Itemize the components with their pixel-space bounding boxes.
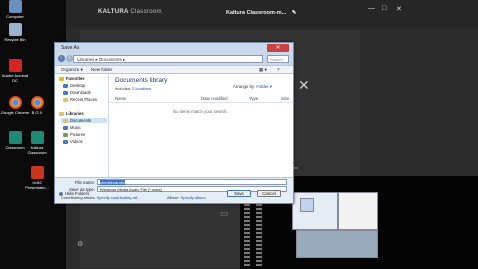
desktop-icon-computer[interactable]: Computer: [0, 0, 30, 19]
powerpoint-icon: [30, 166, 44, 179]
cancel-button[interactable]: Cancel: [257, 190, 281, 197]
pencil-icon[interactable]: ✎: [292, 10, 297, 16]
forward-button[interactable]: ›: [66, 55, 73, 62]
column-headers: Name Date modified Type Size: [109, 95, 293, 103]
videos-icon: [63, 139, 68, 144]
preview-window: [338, 192, 378, 230]
library-title: Documents library: [115, 77, 168, 84]
kaltura-logo: KALTURA Classroom: [98, 9, 162, 15]
filename-input[interactable]: checkforaudio: [97, 179, 287, 185]
desktop-icon-label: Unit2 Presentatio...: [25, 180, 49, 190]
navigation-pane: Favorites Desktop Downloads Recent Place…: [55, 74, 109, 177]
arrange-by[interactable]: Arrange by: Folder ▾: [233, 84, 272, 90]
close-icon[interactable]: ✕: [298, 77, 310, 94]
album: Album: Specify album: [167, 195, 206, 200]
documents-icon: [63, 118, 68, 123]
maximize-button[interactable]: □: [382, 5, 386, 12]
nav-item-desktop[interactable]: Desktop: [63, 83, 85, 88]
desktop-icon-label: Computer: [6, 14, 24, 19]
library-icon: [59, 111, 64, 116]
recording-title[interactable]: Kaltura Classroom-m... ✎: [226, 10, 296, 16]
preview-window: [300, 198, 314, 212]
recycle-bin-icon: [8, 23, 22, 36]
organize-button[interactable]: Organize ▾: [61, 67, 83, 73]
dialog-toolbar: Organize ▾ New folder ▦ ▾ ?: [55, 65, 293, 74]
nav-item-documents[interactable]: Documents: [61, 118, 107, 123]
nav-item-recent-places[interactable]: Recent Places: [63, 97, 97, 102]
nav-item-downloads[interactable]: Downloads: [63, 90, 91, 95]
favorites-header[interactable]: Favorites: [59, 76, 85, 81]
desktop-icon-label: Kaltura Classroom: [27, 145, 47, 155]
save-button[interactable]: Save: [227, 190, 251, 197]
classroom-icon: [8, 131, 22, 144]
kaltura-title-bar: KALTURA Classroom Kaltura Classroom-m...…: [66, 0, 478, 28]
music-icon: [63, 125, 68, 130]
close-button[interactable]: ✕: [396, 5, 402, 13]
desktop-icon: [63, 83, 68, 88]
address-bar[interactable]: Libraries ▸ Documents ▸: [73, 55, 263, 63]
preview-window: [296, 230, 378, 258]
desktop-icon-recycle-bin[interactable]: Recycle Bin: [0, 23, 30, 42]
column-date-modified[interactable]: Date modified: [201, 96, 228, 101]
preview-window: [292, 192, 338, 230]
new-folder-button[interactable]: New folder: [91, 67, 113, 72]
video-camera-icon[interactable]: ▭: [220, 208, 229, 219]
contributing-artists-value[interactable]: Specify contributing art...: [97, 195, 141, 200]
column-size[interactable]: Size: [281, 96, 289, 101]
desktop-icon-label: B O X: [31, 110, 43, 115]
minimize-button[interactable]: —: [368, 5, 375, 12]
desktop-icon-label: Adobe Acrobat DC: [1, 73, 29, 83]
computer-icon: [8, 0, 22, 13]
collapse-icon: [59, 191, 63, 196]
chrome-icon: [8, 96, 22, 109]
column-name[interactable]: Name: [115, 96, 126, 101]
pictures-icon: [63, 132, 68, 137]
libraries-header[interactable]: Libraries: [59, 111, 84, 116]
locations-link[interactable]: 2 locations: [132, 86, 151, 91]
save-as-dialog: Save As ✕ ‹ › Libraries ▸ Documents ▸ Se…: [54, 42, 294, 204]
album-value[interactable]: Specify album: [181, 195, 206, 200]
dialog-title: Save As: [61, 45, 80, 51]
chrome-icon: [30, 96, 44, 109]
gear-icon[interactable]: ⚙: [77, 240, 83, 248]
arrange-by-value[interactable]: Folder ▾: [256, 84, 272, 89]
desktop-icon-unit2[interactable]: Unit2 Presentatio...: [22, 166, 52, 190]
empty-message: No items match your search.: [173, 109, 228, 114]
nav-item-music[interactable]: Music: [63, 125, 81, 130]
star-icon: [59, 76, 64, 81]
desktop-icon-kaltura-classroom[interactable]: Kaltura Classroom: [22, 131, 52, 155]
desktop-icon-label: Recycle Bin: [4, 37, 26, 42]
view-options-icon[interactable]: ▦ ▾: [259, 67, 267, 73]
dialog-close-button[interactable]: ✕: [267, 44, 289, 52]
search-input[interactable]: Search Documents: [267, 55, 290, 70]
kaltura-icon: [30, 131, 44, 144]
downloads-icon: [63, 90, 68, 95]
help-icon[interactable]: ?: [277, 67, 280, 72]
filename-label: File name:: [74, 180, 95, 185]
file-list-pane: Documents library Includes: 2 locations …: [109, 74, 293, 177]
library-includes: Includes: 2 locations: [115, 86, 152, 91]
hide-folders-toggle[interactable]: Hide Folders: [59, 191, 89, 196]
nav-item-videos[interactable]: Videos: [63, 139, 83, 144]
desktop-icon-acrobat[interactable]: Adobe Acrobat DC: [0, 59, 30, 83]
nav-item-pictures[interactable]: Pictures: [63, 132, 85, 137]
column-type[interactable]: Type: [249, 96, 258, 101]
back-button[interactable]: ‹: [58, 55, 65, 62]
acrobat-icon: [8, 59, 22, 72]
desktop-icon-box[interactable]: B O X: [22, 96, 52, 115]
recent-places-icon: [63, 97, 68, 102]
